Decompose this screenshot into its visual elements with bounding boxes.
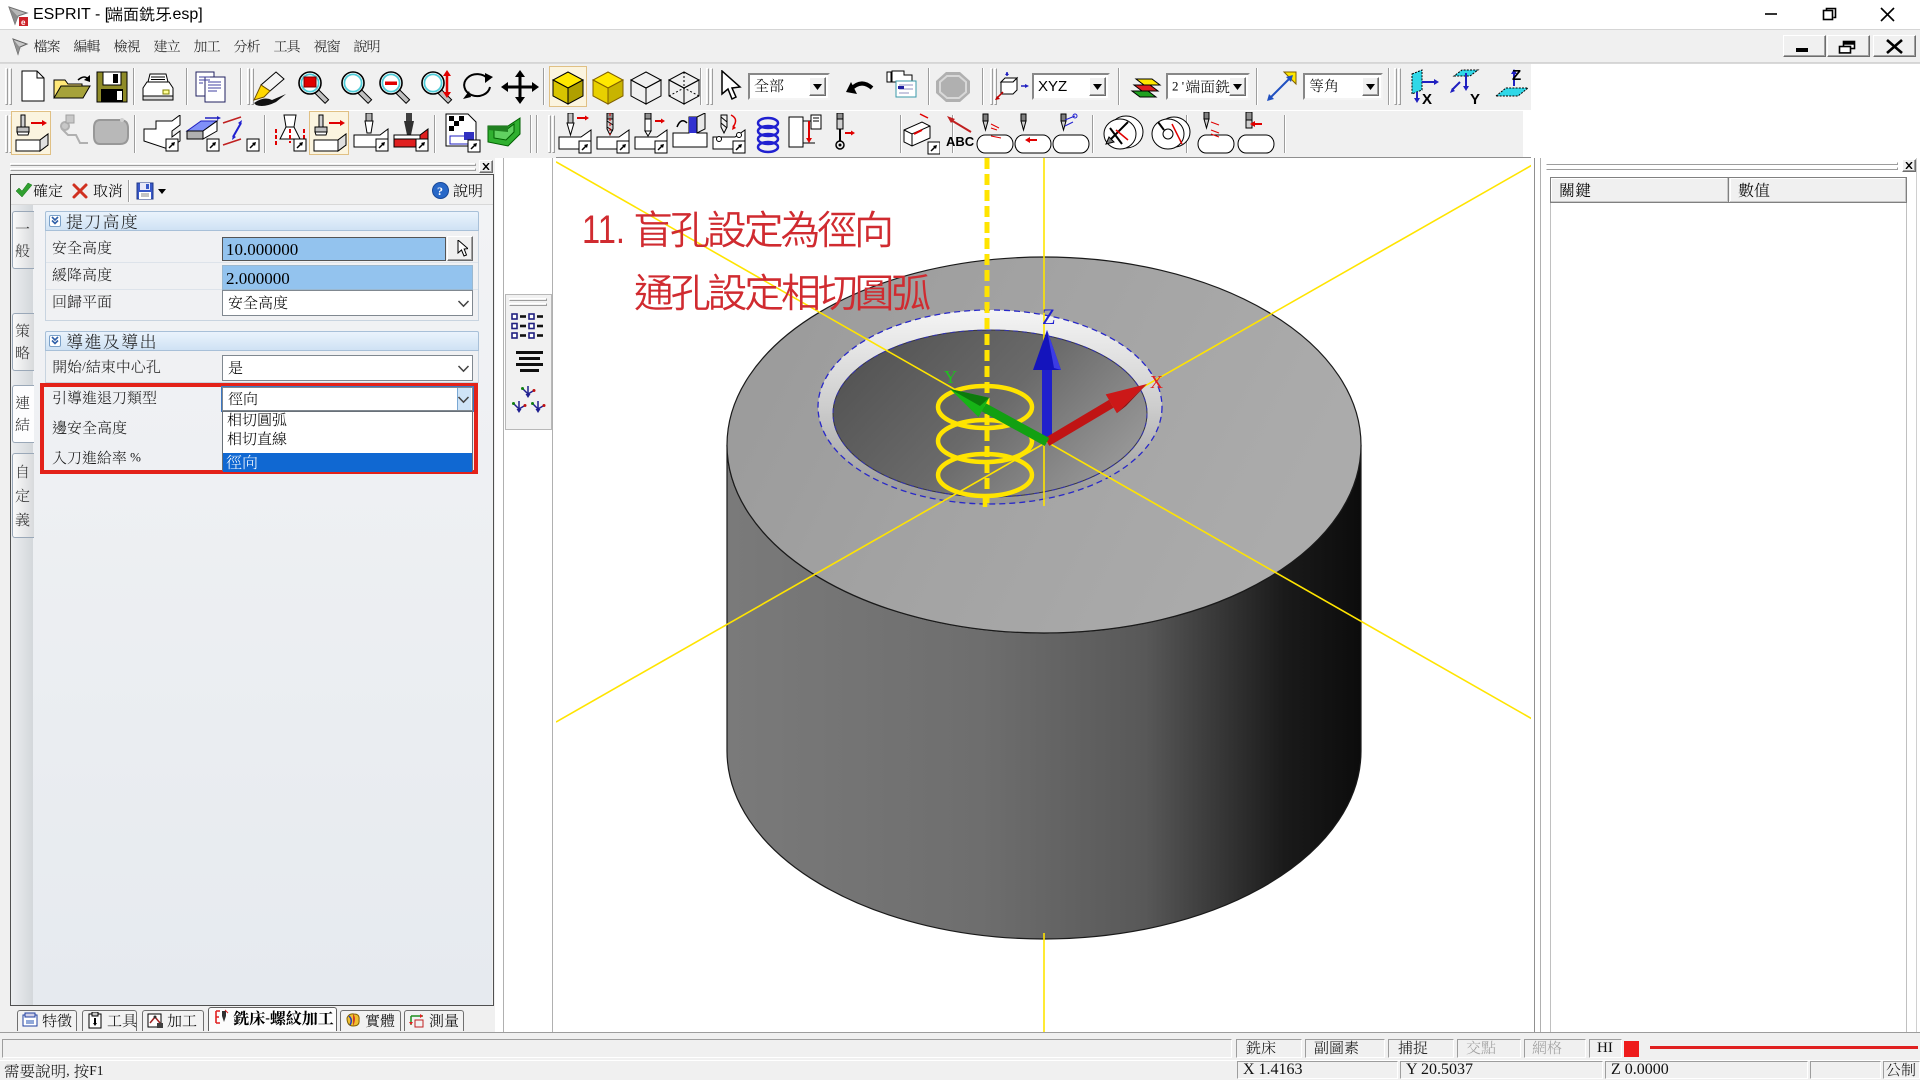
svg-text:X: X (1422, 91, 1432, 106)
svg-text:%: % (127, 450, 141, 464)
svg-text:Z: Z (1042, 304, 1055, 329)
svg-text:/: / (82, 359, 86, 373)
svg-text:?: ? (437, 184, 443, 198)
svg-text:Z: Z (1512, 68, 1521, 84)
svg-text:Y: Y (944, 367, 957, 387)
svg-text:2 ': 2 ' (1172, 79, 1184, 93)
svg-text:-: - (265, 1011, 270, 1026)
svg-text:ABC: ABC (946, 134, 975, 149)
svg-text:,: , (66, 1063, 73, 1078)
svg-text:Y: Y (1470, 91, 1480, 106)
svg-text:11.: 11. (582, 208, 625, 252)
svg-text:F1: F1 (89, 1063, 103, 1078)
svg-text:e: e (21, 18, 26, 27)
svg-text:X: X (1150, 372, 1163, 392)
